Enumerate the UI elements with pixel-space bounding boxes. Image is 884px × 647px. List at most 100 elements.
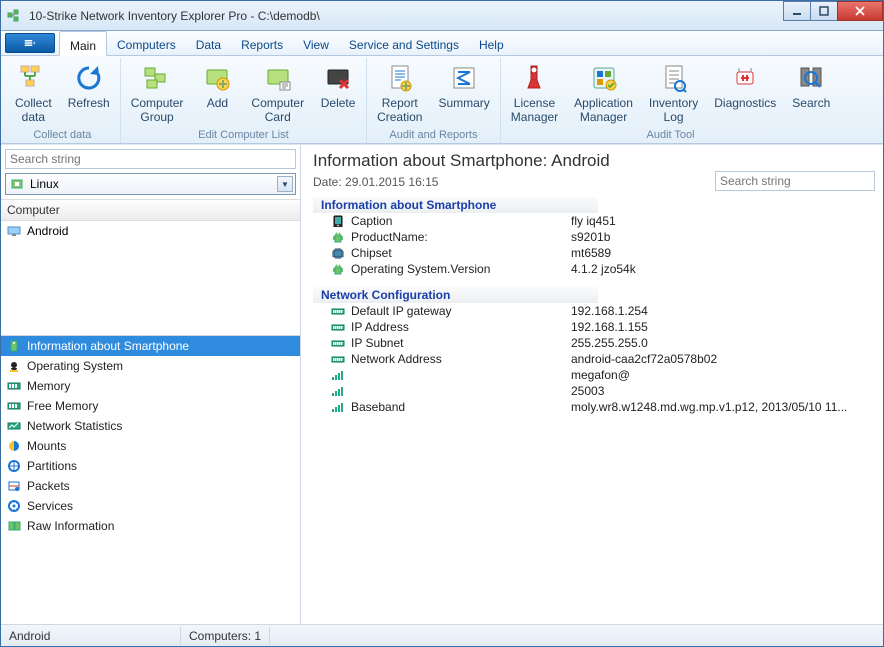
property-key: Operating System.Version: [351, 262, 571, 276]
property-row[interactable]: Default IP gateway192.168.1.254: [313, 303, 875, 319]
delete-icon: [322, 62, 354, 94]
category-item[interactable]: Network Statistics: [1, 416, 300, 436]
summary-button[interactable]: Summary: [432, 58, 495, 112]
diag-button[interactable]: Diagnostics: [708, 58, 782, 112]
tab-help[interactable]: Help: [469, 31, 514, 55]
group-button[interactable]: ComputerGroup: [125, 58, 190, 126]
ribbon-label: Report: [382, 96, 418, 110]
property-row[interactable]: Captionfly iq451: [313, 213, 875, 229]
property-value: s9201b: [571, 230, 875, 244]
property-value: 192.168.1.254: [571, 304, 875, 318]
property-row[interactable]: Operating System.Version4.1.2 jzo54k: [313, 261, 875, 277]
maximize-button[interactable]: [810, 1, 838, 21]
file-menu-button[interactable]: [5, 33, 55, 53]
add-button[interactable]: Add: [193, 58, 241, 112]
property-row[interactable]: IP Address192.168.1.155: [313, 319, 875, 335]
property-row[interactable]: Chipsetmt6589: [313, 245, 875, 261]
ribbon-group-collect-data: CollectdataRefreshCollect data: [5, 58, 121, 143]
property-value: 255.255.255.0: [571, 336, 875, 350]
category-item[interactable]: Partitions: [1, 456, 300, 476]
ribbon-label: Creation: [377, 110, 422, 124]
ribbon-label: Delete: [321, 96, 356, 110]
ribbon-label: Summary: [438, 96, 489, 110]
property-row[interactable]: Network Addressandroid-caa2cf72a0578b02: [313, 351, 875, 367]
row-icon: [331, 401, 345, 413]
tree-item[interactable]: Android: [1, 221, 300, 241]
card-icon: [262, 62, 294, 94]
category-item[interactable]: Mounts: [1, 436, 300, 456]
property-row[interactable]: IP Subnet255.255.255.0: [313, 335, 875, 351]
property-row[interactable]: Basebandmoly.wr8.w1248.md.wg.mp.v1.p12, …: [313, 399, 875, 415]
tab-main[interactable]: Main: [59, 31, 107, 56]
collect-icon: [17, 62, 49, 94]
group-combo[interactable]: Linux ▼: [5, 173, 296, 195]
category-item[interactable]: Packets: [1, 476, 300, 496]
tab-service-and-settings[interactable]: Service and Settings: [339, 31, 469, 55]
category-icon: [7, 400, 21, 412]
ribbon-group-audit-and-reports: ReportCreation Summary Audit and Reports: [367, 58, 501, 143]
ribbon-label: Log: [664, 110, 684, 124]
ribbon-group-edit-computer-list: ComputerGroupAddComputerCardDeleteEdit C…: [121, 58, 367, 143]
card-button[interactable]: ComputerCard: [245, 58, 310, 126]
report-icon: [384, 62, 416, 94]
ribbon-label: Manager: [580, 110, 627, 124]
ribbon-group-label: Audit Tool: [505, 129, 837, 143]
category-item[interactable]: Raw Information: [1, 516, 300, 536]
property-row[interactable]: 25003: [313, 383, 875, 399]
category-icon: [7, 380, 21, 392]
category-icon: [7, 440, 21, 452]
combo-text: Linux: [30, 177, 59, 191]
property-row[interactable]: ProductName:s9201b: [313, 229, 875, 245]
category-label: Mounts: [27, 439, 66, 453]
category-item[interactable]: Free Memory: [1, 396, 300, 416]
left-search-input[interactable]: [5, 149, 296, 169]
tab-reports[interactable]: Reports: [231, 31, 293, 55]
tab-data[interactable]: Data: [186, 31, 231, 55]
category-item[interactable]: Services: [1, 496, 300, 516]
ribbon: CollectdataRefreshCollect dataComputerGr…: [1, 56, 883, 144]
row-icon: [331, 337, 345, 349]
section: Network ConfigurationDefault IP gateway1…: [313, 287, 875, 415]
row-icon: [331, 263, 345, 275]
category-item[interactable]: Operating System: [1, 356, 300, 376]
collect-button[interactable]: Collectdata: [9, 58, 58, 126]
section-header[interactable]: Information about Smartphone: [313, 197, 598, 213]
close-button[interactable]: [837, 1, 883, 21]
right-search-input[interactable]: [715, 171, 875, 191]
search-icon: [795, 62, 827, 94]
property-value: 192.168.1.155: [571, 320, 875, 334]
invlog-button[interactable]: InventoryLog: [643, 58, 704, 126]
add-icon: [201, 62, 233, 94]
search-button[interactable]: Search: [786, 58, 836, 112]
minimize-button[interactable]: [783, 1, 811, 21]
ribbon-label: Collect: [15, 96, 52, 110]
category-item[interactable]: Information about Smartphone: [1, 336, 300, 356]
section-title: Network Configuration: [321, 288, 450, 302]
category-icon: [7, 500, 21, 512]
category-label: Network Statistics: [27, 419, 122, 433]
license-button[interactable]: LicenseManager: [505, 58, 564, 126]
property-row[interactable]: megafon@: [313, 367, 875, 383]
section-title: Information about Smartphone: [321, 198, 496, 212]
linux-icon: [10, 177, 24, 191]
computer-tree: Android: [1, 221, 300, 241]
ribbon-label: Computer: [251, 96, 304, 110]
chevron-down-icon[interactable]: ▼: [277, 176, 293, 192]
statusbar: Android Computers: 1: [1, 624, 883, 646]
menubar: MainComputersDataReportsViewService and …: [1, 31, 883, 56]
category-item[interactable]: Memory: [1, 376, 300, 396]
tab-computers[interactable]: Computers: [107, 31, 186, 55]
column-header-computer[interactable]: Computer: [1, 199, 300, 221]
appmgr-button[interactable]: ApplicationManager: [568, 58, 639, 126]
ribbon-label: Search: [792, 96, 830, 110]
delete-button[interactable]: Delete: [314, 58, 362, 112]
section-header[interactable]: Network Configuration: [313, 287, 598, 303]
workarea: Linux ▼ Computer Android Information abo…: [1, 144, 883, 624]
category-icon: [7, 360, 21, 372]
ribbon-group-label: Audit and Reports: [371, 129, 496, 143]
property-value: 25003: [571, 384, 875, 398]
report-button[interactable]: ReportCreation: [371, 58, 428, 126]
tab-view[interactable]: View: [293, 31, 339, 55]
window-buttons: [784, 1, 883, 21]
refresh-button[interactable]: Refresh: [62, 58, 116, 112]
